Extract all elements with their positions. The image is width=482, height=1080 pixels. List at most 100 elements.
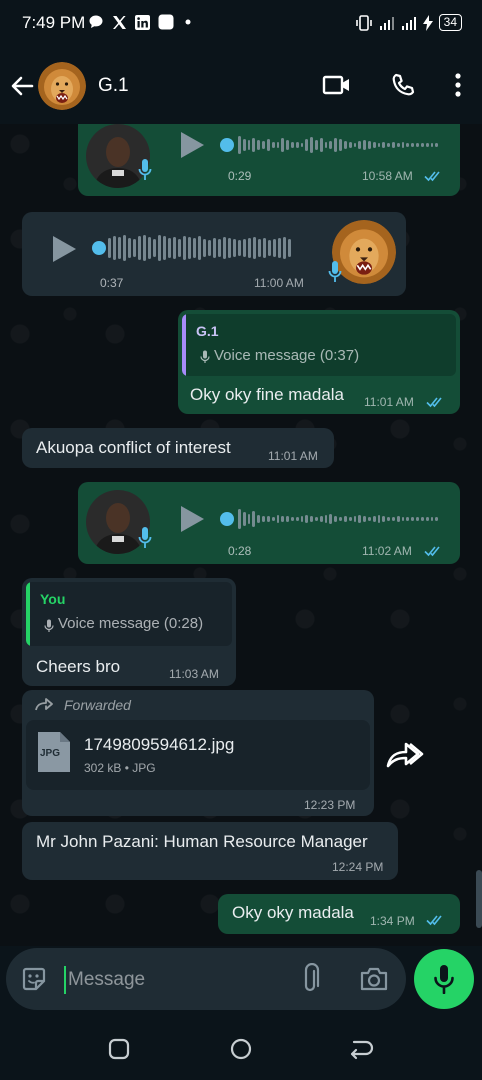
voice-duration: 0:29 (228, 169, 252, 183)
voice-mic-icon (328, 261, 342, 282)
waveform-bar (358, 515, 362, 523)
file-meta: 302 kB • JPG (84, 761, 156, 775)
voice-playhead[interactable] (220, 138, 234, 152)
waveform-bar (223, 237, 226, 259)
message-bubble-voice[interactable]: 0:28 11:02 AM (78, 482, 460, 564)
quoted-message[interactable]: G.1 Voice message (0:37) (182, 314, 456, 376)
chat-scrollbar[interactable] (476, 870, 482, 928)
voice-playhead[interactable] (92, 241, 106, 255)
play-icon[interactable] (178, 504, 206, 534)
message-input-container[interactable] (6, 948, 406, 1010)
message-bubble-text[interactable]: Oky oky madala 1:34 PM (218, 894, 460, 934)
waveform-bar (406, 143, 410, 147)
read-receipt-icon (426, 397, 442, 408)
linkedin-icon (135, 14, 150, 30)
waveform-bar (198, 236, 201, 260)
back-arrow-icon[interactable] (8, 72, 36, 100)
voice-record-button[interactable] (414, 949, 474, 1009)
chat-messages[interactable]: 0:29 10:58 AM 0:37 11:00 AM G.1 Voice me… (0, 124, 482, 946)
waveform-bar (113, 236, 116, 260)
message-bubble-voice[interactable]: 0:37 11:00 AM (22, 212, 406, 296)
waveform-bar (310, 137, 313, 153)
voice-mic-icon (138, 527, 152, 548)
header-actions (322, 72, 462, 98)
waveform-bar (396, 516, 400, 522)
waveform-bar (290, 142, 294, 148)
message-time: 10:58 AM (362, 169, 413, 183)
waveform-bar (153, 239, 156, 257)
waveform-bar (425, 517, 429, 521)
waveform-bar (218, 239, 221, 257)
forward-button-icon[interactable] (382, 736, 428, 772)
waveform-bar (286, 516, 289, 522)
waveform-bar (324, 142, 328, 148)
waveform-bar (252, 511, 256, 527)
quoted-message[interactable]: You Voice message (0:28) (26, 582, 232, 646)
battery-icon: 34 (438, 14, 462, 31)
x-logo-icon (113, 15, 126, 29)
play-icon[interactable] (178, 130, 206, 160)
waveform-bar (276, 515, 280, 523)
contact-avatar[interactable] (38, 62, 86, 110)
waveform-bar (310, 516, 313, 522)
attach-icon[interactable] (300, 963, 320, 995)
sticker-icon[interactable] (20, 965, 48, 993)
file-type-badge: JPG (40, 748, 61, 759)
more-vert-icon[interactable] (454, 72, 462, 98)
phone-icon[interactable] (390, 72, 416, 98)
charging-icon (422, 14, 433, 31)
waveform-bar (252, 138, 256, 152)
voice-waveform[interactable] (238, 504, 439, 534)
waveform-bar (158, 235, 161, 261)
quote-accent-bar (26, 582, 30, 646)
waveform-bar (339, 517, 342, 521)
message-time: 11:01 AM (268, 449, 318, 463)
message-bubble-file[interactable]: Forwarded JPG 1749809594612.jpg 302 kB •… (22, 690, 374, 816)
quote-text: Voice message (0:28) (58, 615, 204, 632)
waveform-bar (233, 239, 236, 257)
message-bubble-text[interactable]: Akuopa conflict of interest 11:01 AM (22, 428, 334, 468)
back-icon[interactable] (348, 1038, 374, 1060)
message-bubble-text[interactable]: Mr John Pazani: Human Resource Manager 1… (22, 822, 398, 880)
waveform-bar (367, 517, 371, 521)
waveform-bar (435, 517, 439, 521)
quote-author: You (40, 591, 66, 607)
waveform-bar (173, 237, 176, 259)
waveform-bar (343, 141, 347, 149)
waveform-bar (163, 236, 166, 260)
message-bubble-voice[interactable]: 0:29 10:58 AM (78, 124, 460, 196)
waveform-bar (430, 143, 434, 147)
message-time: 12:24 PM (332, 860, 384, 874)
voice-waveform[interactable] (238, 130, 439, 160)
waveform-bar (315, 517, 318, 521)
waveform-bar (334, 138, 338, 152)
read-receipt-icon (426, 915, 442, 926)
waveform-bar (266, 139, 270, 151)
waveform-bar (128, 238, 131, 258)
message-input[interactable] (64, 966, 278, 994)
message-text: Mr John Pazani: Human Resource Manager (36, 832, 368, 851)
chat-header: G.1 (0, 48, 482, 124)
waveform-bar (416, 517, 419, 521)
waveform-bar (133, 239, 136, 257)
waveform-bar (242, 139, 246, 151)
home-icon[interactable] (229, 1037, 253, 1061)
video-call-icon[interactable] (322, 72, 352, 98)
contact-name[interactable]: G.1 (98, 75, 129, 97)
file-attachment[interactable]: JPG 1749809594612.jpg 302 kB • JPG (26, 720, 370, 790)
voice-waveform[interactable] (108, 233, 308, 263)
message-bubble-reply[interactable]: You Voice message (0:28) Cheers bro 11:0… (22, 578, 236, 686)
play-icon[interactable] (50, 234, 78, 264)
small-mic-icon (44, 619, 54, 632)
message-bubble-reply[interactable]: G.1 Voice message (0:37) Oky oky fine ma… (178, 310, 460, 414)
waveform-bar (247, 514, 251, 524)
camera-icon[interactable] (359, 965, 389, 993)
waveform-bar (372, 142, 376, 148)
waveform-bar (238, 509, 241, 529)
waveform-bar (290, 517, 294, 521)
recents-icon[interactable] (108, 1038, 130, 1060)
voice-playhead[interactable] (220, 512, 234, 526)
waveform-bar (278, 238, 281, 258)
waveform-bar (262, 141, 265, 149)
read-receipt-icon (424, 546, 440, 557)
